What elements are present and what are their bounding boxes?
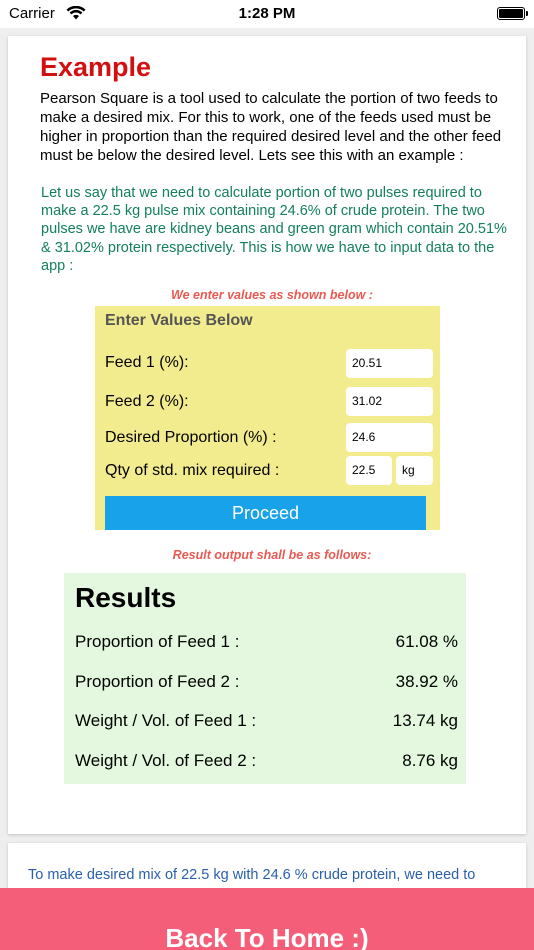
qty-label: Qty of std. mix required : [105,462,280,479]
feed1-field[interactable]: 20.51 [346,349,433,378]
input-caption: We enter values as shown below : [171,288,373,302]
result-value: 61.08 % [395,632,458,651]
result-label: Weight / Vol. of Feed 2 : [75,751,257,770]
back-to-home-label: Back To Home :) [165,923,369,950]
clock: 1:28 PM [238,5,296,22]
feed2-label: Feed 2 (%): [105,393,189,410]
desired-proportion-field[interactable]: 24.6 [346,423,433,452]
result-value: 13.74 kg [392,711,458,730]
result-value: 8.76 kg [402,751,458,770]
proceed-button[interactable]: Proceed [105,496,426,530]
qty-field[interactable]: 22.5 [346,456,392,485]
input-panel: Enter Values Below Feed 1 (%): 20.51 Fee… [95,306,440,530]
result-label: Proportion of Feed 1 : [75,632,240,651]
results-title: Results [75,582,177,613]
input-panel-title: Enter Values Below [105,312,253,329]
example-title: Example [40,52,152,82]
result-label: Proportion of Feed 2 : [75,672,240,691]
status-bar: Carrier 1:28 PM [0,0,534,28]
qty-unit-field[interactable]: kg [396,456,433,485]
result-value: 38.92 % [395,672,458,691]
feed2-field[interactable]: 31.02 [346,387,433,416]
example-scenario-text: Let us say that we need to calculate por… [41,185,507,274]
result-label: Weight / Vol. of Feed 1 : [75,711,257,730]
battery-icon [497,7,528,20]
example-intro-text: Pearson Square is a tool used to calcula… [40,90,502,164]
desired-proportion-label: Desired Proportion (%) : [105,429,277,446]
example-card: Example Pearson Square is a tool used to… [8,36,526,834]
back-to-home-button[interactable]: Back To Home :) [0,888,534,950]
results-panel: Results Proportion of Feed 1 : 61.08 % P… [64,573,466,784]
result-caption: Result output shall be as follows: [172,548,372,562]
feed1-label: Feed 1 (%): [105,354,189,371]
explanation-text: To make desired mix of 22.5 kg with 24.6… [28,867,476,883]
